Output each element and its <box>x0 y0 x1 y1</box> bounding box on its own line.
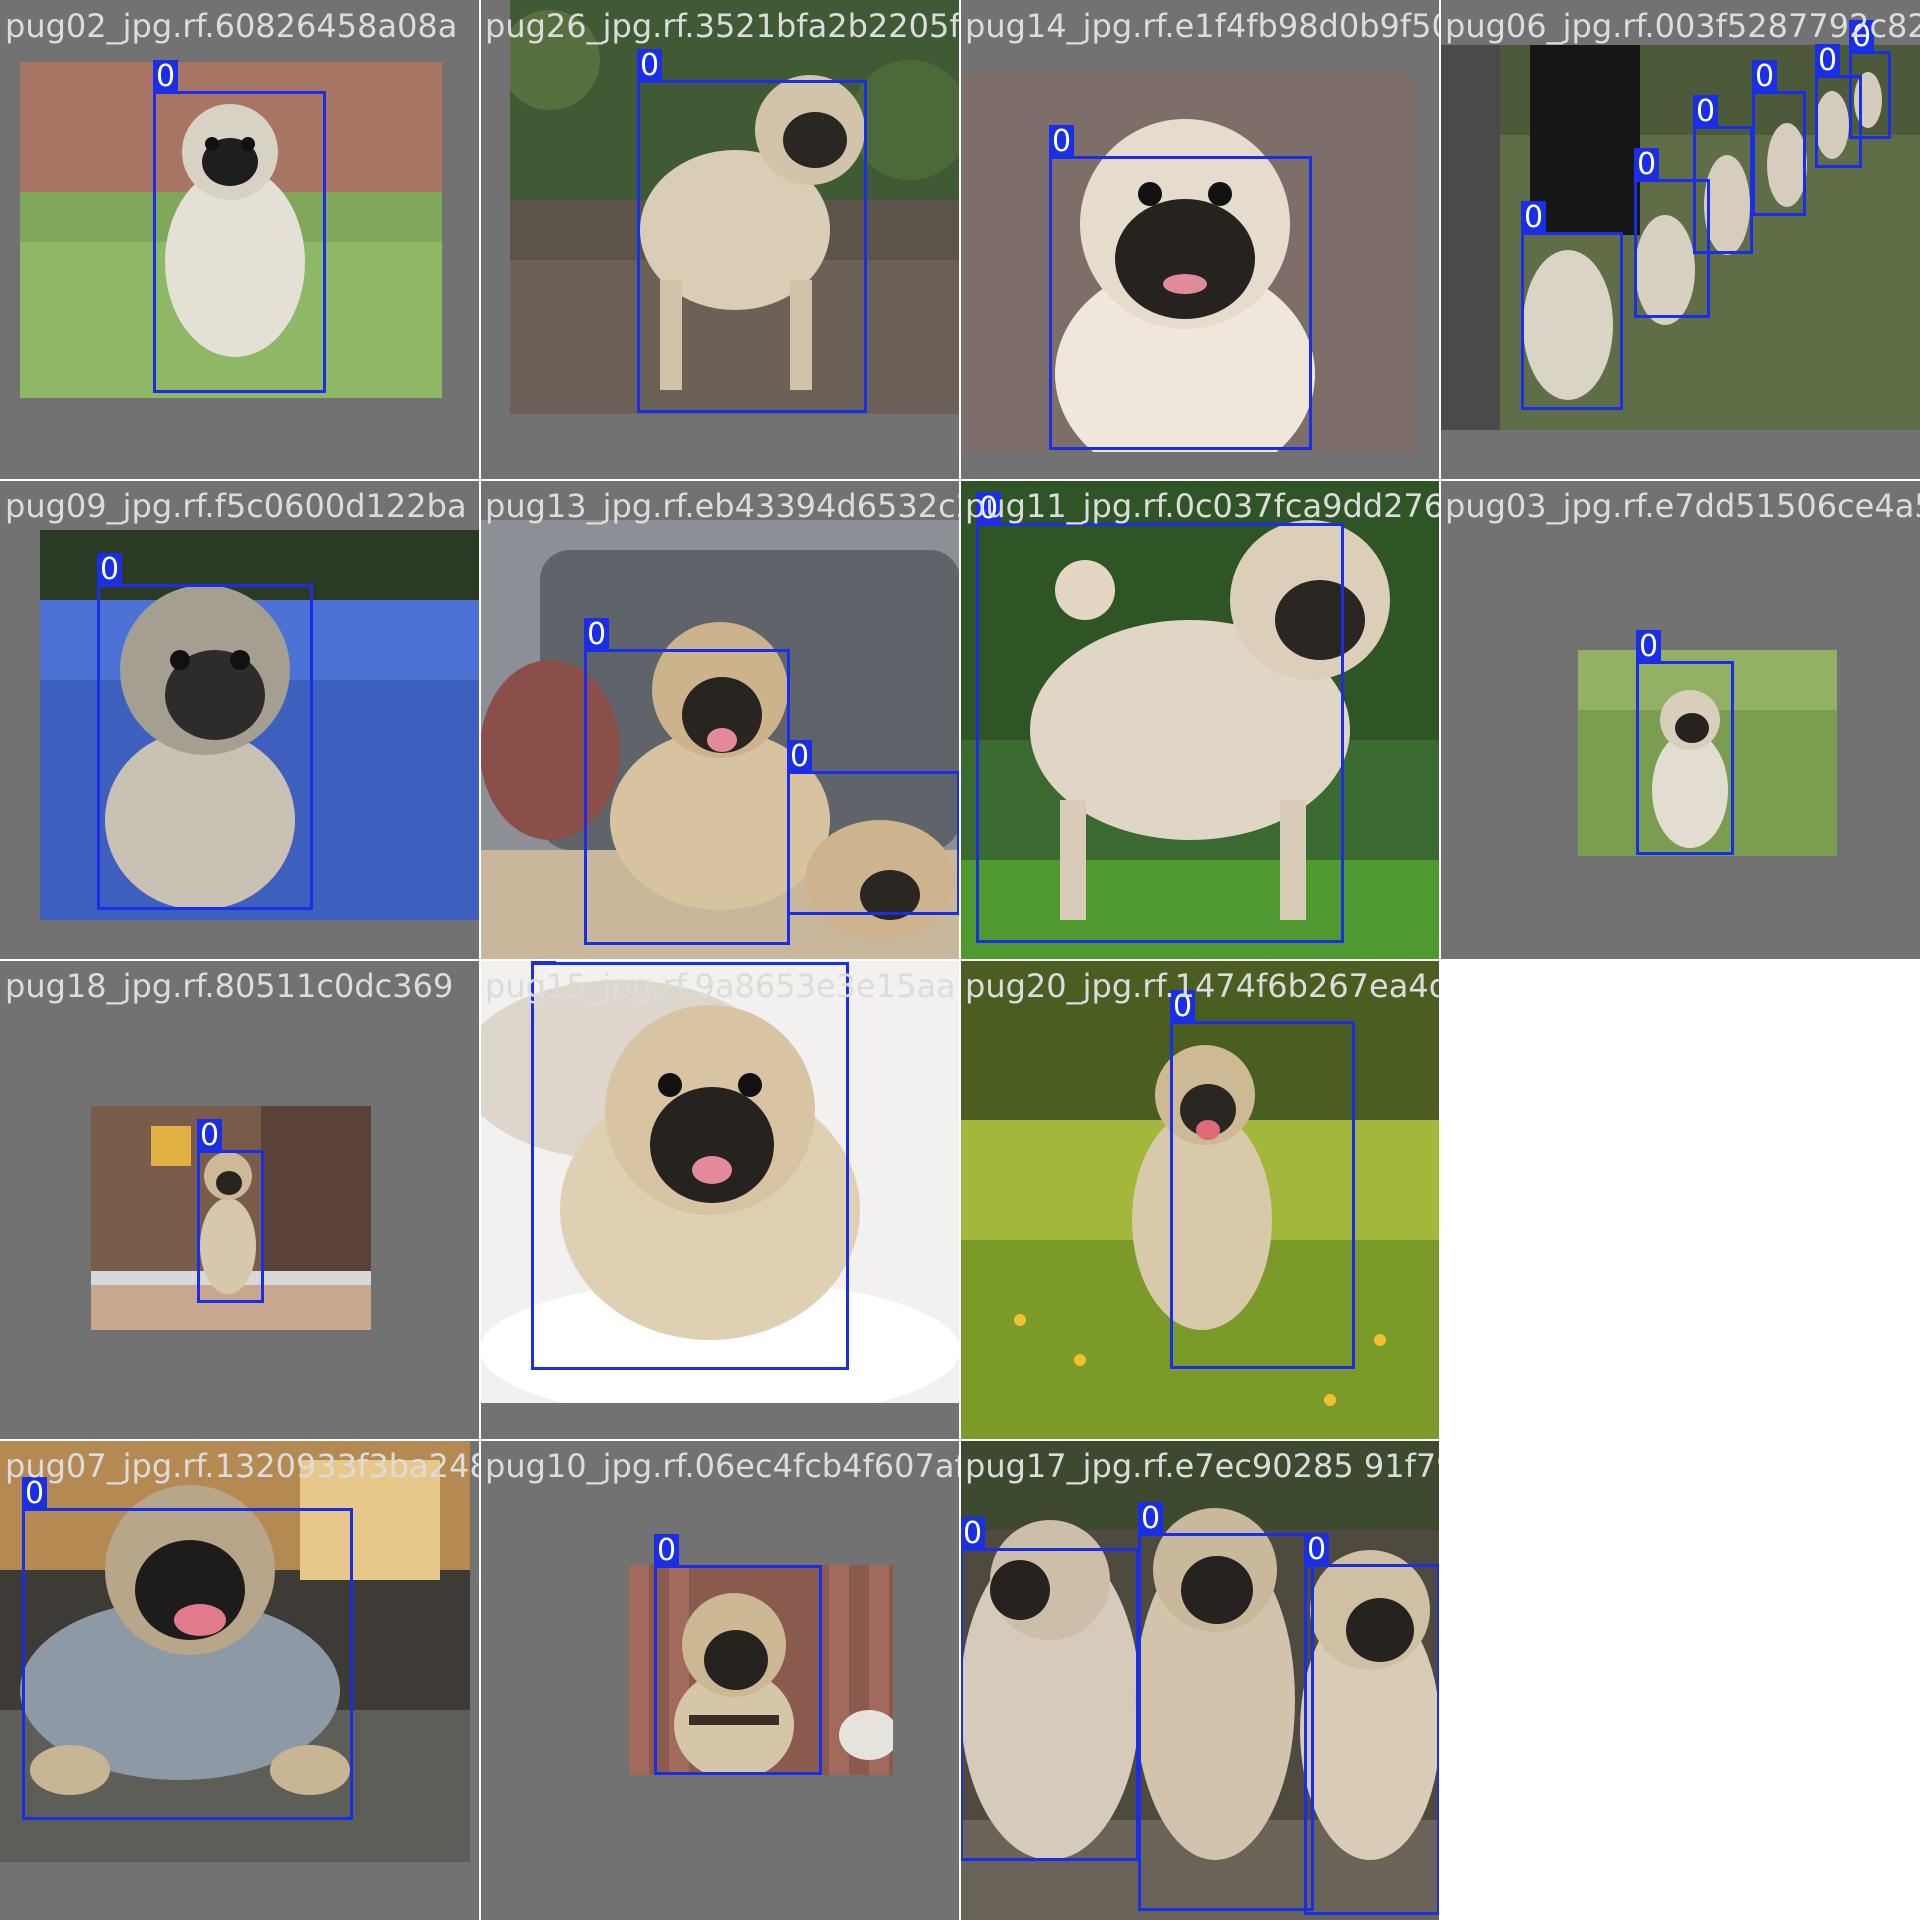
bounding-box: 0 <box>637 49 867 413</box>
bounding-box: 0 <box>22 1477 353 1820</box>
bounding-box: 0 <box>787 740 960 915</box>
image-tile: 0 pug20_jpg.rf.1474f6b267ea4d94323bca5c8… <box>960 960 1440 1440</box>
box-label: 0 <box>584 618 610 652</box>
box-label: 0 <box>153 60 179 94</box>
box-label: 0 <box>197 1119 223 1153</box>
image-tile: 0 pug14_jpg.rf.e1f4fb98d0b9f506c8b1965 <box>960 0 1440 480</box>
image-tile: 0 pug02_jpg.rf.60826458a08a <box>0 0 480 480</box>
image-tile: 0 0 0 pug17_jpg.rf.e7ec90285 91f79613690… <box>960 1440 1440 1920</box>
image-tile: 0 pug15_jpg.rf.9a8653e3e15aa7383aa4b20 <box>480 960 960 1440</box>
bounding-box: 0 <box>153 60 326 393</box>
box-label: 0 <box>1304 1533 1330 1567</box>
image-tile: 0 pug09_jpg.rf.f5c0600d122ba <box>0 480 480 960</box>
bounding-box: 0 <box>1304 1533 1440 1915</box>
image-filename: pug26_jpg.rf.3521bfa2b2205fbfa90bf390b4 <box>485 7 960 45</box>
bounding-box: 0 <box>976 492 1344 943</box>
image-filename: pug11_jpg.rf.0c037fca9dd27608fc9ce2ea4f5… <box>965 487 1440 525</box>
image-filename: pug20_jpg.rf.1474f6b267ea4d94323bca5c80e… <box>965 967 1440 1005</box>
image-tile: 0 pug18_jpg.rf.80511c0dc369 <box>0 960 480 1440</box>
image-tile: 0 0 0 0 0 0 pug06_jpg.rf.003f5287792c827… <box>1440 0 1920 480</box>
bounding-box: 0 <box>1636 630 1734 855</box>
image-filename: pug10_jpg.rf.06ec4fcb4f607afd06fd1f2bb <box>485 1447 960 1485</box>
image-tile: 0 pug11_jpg.rf.0c037fca9dd27608fc9ce2ea4… <box>960 480 1440 960</box>
box-label: 0 <box>637 49 663 83</box>
box-label: 0 <box>654 1534 680 1568</box>
image-tile: 0 pug26_jpg.rf.3521bfa2b2205fbfa90bf390b… <box>480 0 960 480</box>
bounding-box: 0 <box>1138 1502 1314 1911</box>
image-tile: 0 pug10_jpg.rf.06ec4fcb4f607afd06fd1f2bb <box>480 1440 960 1920</box>
empty-tile <box>1440 1440 1920 1920</box>
box-label: 0 <box>97 553 123 587</box>
bounding-box: 0 <box>1849 20 1891 139</box>
bounding-box: 0 <box>654 1534 822 1775</box>
box-label: 0 <box>1634 148 1660 182</box>
box-label: 0 <box>1521 201 1547 235</box>
empty-tile <box>1440 960 1920 1440</box>
grid-divider <box>0 479 1920 481</box>
image-tile: 0 pug07_jpg.rf.1320933f3ba24804 <box>0 1440 480 1920</box>
bounding-box: 0 <box>1752 60 1806 216</box>
box-label: 0 <box>1636 630 1662 664</box>
bounding-box: 0 <box>1170 990 1355 1369</box>
grid-divider <box>0 959 1920 961</box>
box-label: 0 <box>960 1517 986 1551</box>
image-filename: pug18_jpg.rf.80511c0dc369 <box>5 967 454 1005</box>
box-label: 0 <box>1138 1502 1164 1536</box>
bounding-box: 0 <box>97 553 313 910</box>
image-filename: pug03_jpg.rf.e7dd51506ce4a5d <box>1445 487 1920 525</box>
bounding-box: 0 <box>1693 95 1753 254</box>
image-filename: pug09_jpg.rf.f5c0600d122ba <box>5 487 467 525</box>
image-tile: 0 pug03_jpg.rf.e7dd51506ce4a5d <box>1440 480 1920 960</box>
bounding-box: 0 <box>531 960 849 1370</box>
image-tile: 0 0 pug13_jpg.rf.eb43394d6532c2f28f45d0 <box>480 480 960 960</box>
box-label: 0 <box>1049 125 1075 159</box>
image-filename: pug17_jpg.rf.e7ec90285 91f79613690a3f216… <box>965 1447 1440 1485</box>
bounding-box: 0 <box>197 1119 264 1303</box>
image-filename: pug14_jpg.rf.e1f4fb98d0b9f506c8b1965 <box>965 7 1440 45</box>
bounding-box: 0 <box>1521 201 1623 410</box>
grid-divider <box>0 1439 1920 1441</box>
bounding-box: 0 <box>1049 125 1312 450</box>
bounding-box: 0 <box>584 618 790 945</box>
mosaic-grid: 0 pug02_jpg.rf.60826458a08a 0 pug26_jpg.… <box>0 0 1920 1920</box>
box-label: 0 <box>1752 60 1778 94</box>
box-label: 0 <box>787 740 813 774</box>
image-filename: pug07_jpg.rf.1320933f3ba24804 <box>5 1447 480 1485</box>
box-label: 0 <box>1815 44 1841 78</box>
image-filename: pug15_jpg.rf.9a8653e3e15aa7383aa4b20 <box>485 967 960 1005</box>
image-filename: pug02_jpg.rf.60826458a08a <box>5 7 458 45</box>
image-filename: pug13_jpg.rf.eb43394d6532c2f28f45d0 <box>485 487 960 525</box>
bounding-box: 0 <box>960 1517 1139 1861</box>
box-label: 0 <box>1693 95 1719 129</box>
image-filename: pug06_jpg.rf.003f5287792c82737e <box>1445 7 1920 45</box>
